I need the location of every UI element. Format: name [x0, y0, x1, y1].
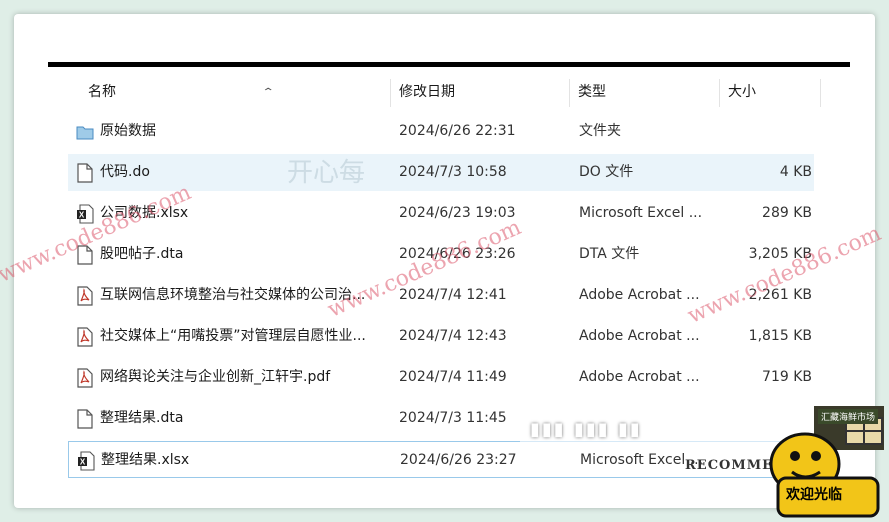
- file-name: 网络舆论关注与企业创新_江轩宇.pdf: [100, 369, 331, 385]
- file-type: DO 文件: [579, 164, 634, 180]
- column-header-name[interactable]: 名称 ⌃: [88, 75, 388, 111]
- column-header-date[interactable]: 修改日期: [399, 75, 569, 111]
- file-row[interactable]: X 公司数据.xlsx 2024/6/23 19:03 Microsoft Excel…: [68, 195, 814, 232]
- column-header-size[interactable]: 大小: [728, 75, 818, 111]
- pdf-icon: [76, 368, 94, 388]
- folder-icon: [76, 122, 94, 142]
- file-type: Adobe Acrobat ...: [579, 328, 700, 344]
- file-modified-date: 2024/6/23 19:03: [399, 205, 516, 221]
- svg-text:X: X: [79, 211, 85, 220]
- file-size: 4 KB: [779, 164, 812, 180]
- column-date-label: 修改日期: [399, 84, 455, 100]
- banner-overlay-text: ▮▮▮ ▮▮▮ ▮▮: [530, 419, 642, 440]
- file-row[interactable]: 原始数据 2024/6/26 22:31 文件夹: [68, 113, 814, 150]
- watermark-center-text: 开心每: [287, 158, 366, 188]
- file-type: Microsoft Excel ...: [579, 205, 703, 221]
- top-band: [24, 24, 850, 62]
- shop-label: 汇藏海鲜市场: [818, 409, 879, 424]
- file-type: DTA 文件: [579, 246, 640, 262]
- file-size: 719 KB: [762, 369, 812, 385]
- sort-ascending-icon: ⌃: [261, 87, 275, 98]
- file-size: 289 KB: [762, 205, 812, 221]
- file-modified-date: 2024/7/4 12:41: [399, 287, 507, 303]
- file-icon: [76, 163, 94, 183]
- file-modified-date: 2024/7/3 10:58: [399, 164, 507, 180]
- file-modified-date: 2024/6/26 23:26: [399, 246, 516, 262]
- file-name: 公司数据.xlsx: [100, 205, 189, 221]
- file-modified-date: 2024/6/26 22:31: [399, 123, 516, 139]
- file-type: Adobe Acrobat ...: [579, 369, 700, 385]
- pdf-icon: [76, 327, 94, 347]
- column-divider[interactable]: [820, 79, 821, 107]
- file-size: 1,815 KB: [748, 328, 812, 344]
- column-type-label: 类型: [578, 84, 606, 100]
- file-row[interactable]: 网络舆论关注与企业创新_江轩宇.pdf 2024/7/4 11:49 Adobe A…: [68, 359, 814, 396]
- file-name: 整理结果.dta: [100, 410, 184, 426]
- file-size: 3,205 KB: [748, 246, 812, 262]
- column-header: 名称 ⌃ 修改日期 类型 大小: [54, 75, 850, 111]
- file-type: Adobe Acrobat ...: [579, 287, 700, 303]
- pdf-icon: [76, 286, 94, 306]
- file-modified-date: 2024/7/4 12:43: [399, 328, 507, 344]
- column-size-label: 大小: [728, 84, 756, 100]
- column-name-label: 名称: [88, 84, 116, 100]
- file-icon: [76, 245, 94, 265]
- excel-icon: X: [77, 451, 95, 471]
- file-modified-date: 2024/7/4 11:49: [399, 369, 507, 385]
- file-type: 文件夹: [579, 123, 621, 139]
- excel-icon: X: [76, 204, 94, 224]
- column-divider[interactable]: [390, 79, 391, 107]
- file-name: 整理结果.xlsx: [101, 452, 190, 468]
- file-name: 社交媒体上“用嘴投票”对管理层自愿性业...: [100, 328, 366, 344]
- file-size: [718, 113, 812, 150]
- file-row[interactable]: 互联网信息环境整治与社交媒体的公司治... 2024/7/4 12:41 Adobe…: [68, 277, 814, 314]
- file-icon: [76, 409, 94, 429]
- welcome-text: 欢迎光临: [786, 487, 842, 503]
- file-name: 原始数据: [100, 123, 156, 139]
- file-name: 股吧帖子.dta: [100, 246, 184, 262]
- column-divider[interactable]: [569, 79, 570, 107]
- file-name: 互联网信息环境整治与社交媒体的公司治...: [100, 287, 366, 303]
- file-size: 2,261 KB: [748, 287, 812, 303]
- column-divider[interactable]: [719, 79, 720, 107]
- file-row[interactable]: 股吧帖子.dta 2024/6/26 23:26 DTA 文件 3,205 KB: [68, 236, 814, 273]
- svg-text:X: X: [80, 458, 86, 467]
- file-row[interactable]: 代码.do 2024/7/3 10:58 DO 文件 4 KB: [68, 154, 814, 191]
- column-header-type[interactable]: 类型: [578, 75, 718, 111]
- file-row[interactable]: 社交媒体上“用嘴投票”对管理层自愿性业... 2024/7/4 12:43 Adob…: [68, 318, 814, 355]
